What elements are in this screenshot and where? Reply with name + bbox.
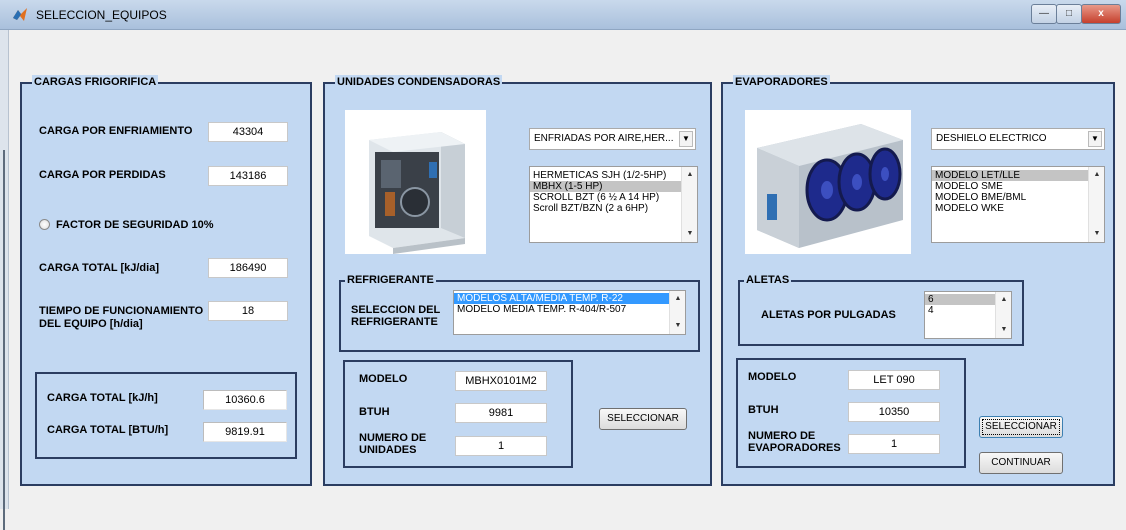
carga-enfriamiento-field[interactable]: 43304 bbox=[208, 122, 288, 142]
evaporador-type-selected: DESHIELO ELECTRICO bbox=[936, 133, 1047, 144]
condensadora-type-selected: ENFRIADAS POR AIRE,HER... bbox=[534, 133, 674, 144]
scroll-down-arrow-icon[interactable]: ▼ bbox=[998, 324, 1010, 336]
chevron-down-icon[interactable]: ▼ bbox=[679, 131, 693, 147]
list-scrollbar[interactable]: ▲ ▼ bbox=[995, 292, 1011, 338]
tiempo-funcionamiento-label-1: TIEMPO DE FUNCIONAMIENTO bbox=[39, 305, 204, 317]
matlab-logo-icon bbox=[13, 8, 27, 21]
window-title: SELECCION_EQUIPOS bbox=[36, 8, 167, 22]
list-item-selected[interactable]: MODELO LET/LLE bbox=[932, 170, 1104, 181]
evaporator-illustration bbox=[745, 110, 911, 254]
unidades-panel: UNIDADES CONDENSADORAS ENFRIADAS POR AIR… bbox=[323, 75, 712, 486]
scroll-up-arrow-icon[interactable]: ▲ bbox=[998, 294, 1010, 306]
factor-seguridad-radio[interactable] bbox=[39, 219, 50, 230]
carga-total-subpanel: CARGA TOTAL [kJ/h] 10360.6 CARGA TOTAL [… bbox=[35, 372, 297, 459]
list-item[interactable]: MODELO BME/BML bbox=[932, 192, 1104, 203]
aletas-subpanel: ALETAS ALETAS POR PULGADAS 6 4 ▲ ▼ bbox=[738, 273, 1024, 346]
aletas-title: ALETAS bbox=[744, 273, 792, 287]
maximize-button[interactable]: □ bbox=[1056, 4, 1082, 24]
tiempo-funcionamiento-field[interactable]: 18 bbox=[208, 301, 288, 321]
chevron-down-icon[interactable]: ▼ bbox=[1088, 131, 1102, 147]
aletas-label: ALETAS POR PULGADAS bbox=[761, 309, 896, 321]
list-item[interactable]: MODELO WKE bbox=[932, 203, 1104, 214]
list-scrollbar[interactable]: ▲ ▼ bbox=[1088, 167, 1104, 242]
refrigerante-list[interactable]: MODELOS ALTA/MEDIA TEMP. R-22 MODELO MED… bbox=[453, 290, 686, 335]
seleccionar-condensadora-button[interactable]: SELECCIONAR bbox=[599, 408, 687, 430]
refrigerante-label-2: REFRIGERANTE bbox=[351, 316, 438, 328]
btuh-label: BTUH bbox=[748, 404, 779, 416]
refrigerante-title: REFRIGERANTE bbox=[345, 273, 436, 287]
carga-total-kjh-label: CARGA TOTAL [kJ/h] bbox=[47, 392, 158, 404]
condensing-unit-image bbox=[345, 110, 486, 254]
edge-strip bbox=[3, 150, 5, 530]
tiempo-funcionamiento-label-2: DEL EQUIPO [h/dia] bbox=[39, 318, 143, 330]
btuh-field[interactable]: 10350 bbox=[848, 402, 940, 422]
carga-perdidas-label: CARGA POR PERDIDAS bbox=[39, 169, 166, 181]
list-item[interactable]: MODELO MEDIA TEMP. R-404/R-507 bbox=[454, 304, 685, 315]
cargas-panel-title: CARGAS FRIGORIFICA bbox=[32, 75, 159, 89]
modelo-label: MODELO bbox=[748, 371, 797, 383]
factor-seguridad-label[interactable]: FACTOR DE SEGURIDAD 10% bbox=[56, 219, 214, 232]
scroll-down-arrow-icon[interactable]: ▼ bbox=[684, 228, 696, 240]
scroll-up-arrow-icon[interactable]: ▲ bbox=[672, 293, 684, 305]
scroll-down-arrow-icon[interactable]: ▼ bbox=[1091, 228, 1103, 240]
carga-total-btuh-field[interactable]: 9819.91 bbox=[203, 422, 287, 442]
condensadora-type-dropdown[interactable]: ENFRIADAS POR AIRE,HER... ▼ bbox=[529, 128, 696, 150]
close-button[interactable]: x bbox=[1081, 4, 1121, 24]
unidades-panel-title: UNIDADES CONDENSADORAS bbox=[335, 75, 503, 89]
evaporador-model-list[interactable]: MODELO LET/LLE MODELO SME MODELO BME/BML… bbox=[931, 166, 1105, 243]
list-scrollbar[interactable]: ▲ ▼ bbox=[669, 291, 685, 334]
scroll-up-arrow-icon[interactable]: ▲ bbox=[1091, 169, 1103, 181]
minimize-button[interactable]: — bbox=[1031, 4, 1057, 24]
condensing-unit-illustration bbox=[345, 110, 486, 254]
evaporator-image bbox=[745, 110, 911, 254]
btuh-label: BTUH bbox=[359, 406, 390, 418]
evaporadores-panel-title: EVAPORADORES bbox=[733, 75, 830, 89]
scroll-up-arrow-icon[interactable]: ▲ bbox=[684, 169, 696, 181]
carga-perdidas-field[interactable]: 143186 bbox=[208, 166, 288, 186]
carga-total-kjh-field[interactable]: 10360.6 bbox=[203, 390, 287, 410]
numero-evaporadores-label-2: EVAPORADORES bbox=[748, 442, 841, 454]
list-item[interactable]: HERMETICAS SJH (1/2-5HP) bbox=[530, 170, 697, 181]
aletas-list[interactable]: 6 4 ▲ ▼ bbox=[924, 291, 1012, 339]
title-bar[interactable]: SELECCION_EQUIPOS — □ x bbox=[0, 0, 1126, 30]
evaporador-type-dropdown[interactable]: DESHIELO ELECTRICO ▼ bbox=[931, 128, 1105, 150]
carga-total-btuh-label: CARGA TOTAL [BTU/h] bbox=[47, 424, 169, 436]
numero-evaporadores-field[interactable]: 1 bbox=[848, 434, 940, 454]
modelo-label: MODELO bbox=[359, 373, 408, 385]
numero-unidades-label-2: UNIDADES bbox=[359, 444, 417, 456]
window-left-edge bbox=[0, 30, 9, 530]
list-item[interactable]: SCROLL BZT (6 ½ A 14 HP) bbox=[530, 192, 697, 203]
numero-unidades-field[interactable]: 1 bbox=[455, 436, 547, 456]
modelo-field[interactable]: MBHX0101M2 bbox=[455, 371, 547, 391]
list-item[interactable]: Scroll BZT/BZN (2 a 6HP) bbox=[530, 203, 697, 214]
selection-window: SELECCION_EQUIPOS — □ x CARGAS FRIGORIFI… bbox=[0, 0, 1126, 530]
seleccionar-evaporador-button[interactable]: SELECCIONAR bbox=[979, 416, 1063, 438]
list-item-selected[interactable]: MODELOS ALTA/MEDIA TEMP. R-22 bbox=[454, 293, 685, 304]
condensadora-model-list[interactable]: HERMETICAS SJH (1/2-5HP) MBHX (1-5 HP) S… bbox=[529, 166, 698, 243]
modelo-field[interactable]: LET 090 bbox=[848, 370, 940, 390]
refrigerante-subpanel: REFRIGERANTE SELECCION DEL REFRIGERANTE … bbox=[339, 273, 700, 352]
cargas-panel: CARGAS FRIGORIFICA CARGA POR ENFRIAMIENT… bbox=[20, 75, 312, 486]
list-item[interactable]: MODELO SME bbox=[932, 181, 1104, 192]
list-item-selected[interactable]: MBHX (1-5 HP) bbox=[530, 181, 697, 192]
carga-enfriamiento-label: CARGA POR ENFRIAMIENTO bbox=[39, 125, 193, 137]
continuar-button[interactable]: CONTINUAR bbox=[979, 452, 1063, 474]
scroll-down-arrow-icon[interactable]: ▼ bbox=[672, 320, 684, 332]
carga-total-dia-label: CARGA TOTAL [kJ/dia] bbox=[39, 262, 159, 274]
btuh-field[interactable]: 9981 bbox=[455, 403, 547, 423]
list-scrollbar[interactable]: ▲ ▼ bbox=[681, 167, 697, 242]
evaporadores-panel: EVAPORADORES DESHIELO ELECTRICO ▼ MODELO… bbox=[721, 75, 1115, 486]
carga-total-dia-field[interactable]: 186490 bbox=[208, 258, 288, 278]
condensadora-result-subpanel: MODELO MBHX0101M2 BTUH 9981 NUMERO DE UN… bbox=[343, 360, 573, 468]
evaporador-result-subpanel: MODELO LET 090 BTUH 10350 NUMERO DE EVAP… bbox=[736, 358, 966, 468]
